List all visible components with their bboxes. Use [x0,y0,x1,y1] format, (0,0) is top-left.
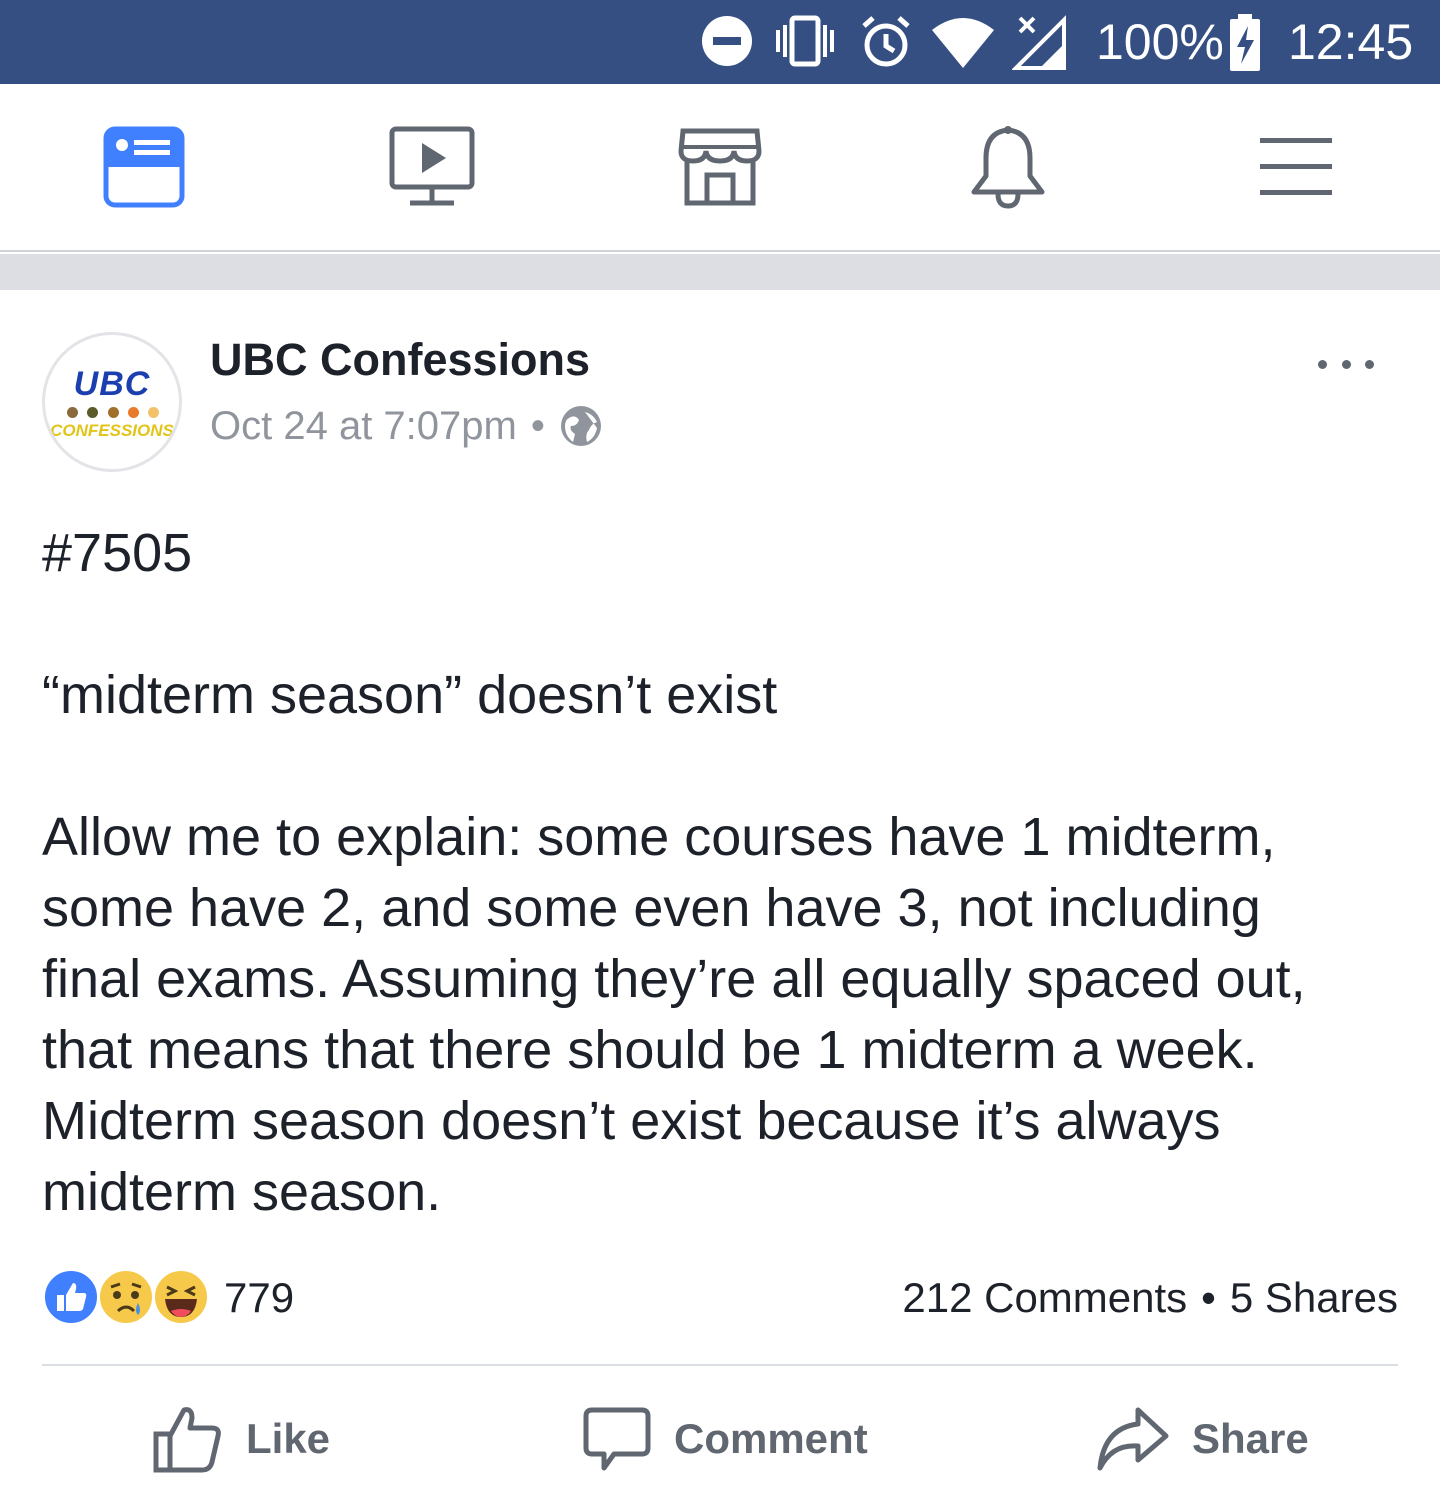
post-number: #7505 [42,523,193,583]
post-timestamp[interactable]: Oct 24 at 7:07pm [210,398,517,454]
status-bar: 100% 12:45 [0,0,1440,84]
engagement-separator: • [1201,1274,1216,1321]
post-body: #7505 “midterm season” doesn’t exist All… [42,518,1398,1228]
avatar-logo-top: UBC [73,365,151,403]
no-signal-icon [1011,14,1068,75]
do-not-disturb-icon [700,14,754,73]
share-arrow-icon [1096,1404,1170,1474]
share-button[interactable]: Share [1096,1394,1309,1484]
haha-reaction-icon [152,1268,210,1326]
reaction-count[interactable]: 779 [224,1270,294,1326]
avatar[interactable]: UBC CONFESSIONS [42,332,182,472]
page-name[interactable]: UBC Confessions [210,332,590,388]
divider [42,1364,1398,1366]
marketplace-icon [677,125,763,214]
comment-label: Comment [674,1415,868,1462]
reactions-summary: 779 212 Comments • 5 Shares [42,1266,1398,1332]
tab-menu[interactable] [1241,114,1351,224]
comment-button[interactable]: Comment [582,1394,868,1484]
comment-bubble-icon [582,1404,652,1474]
avatar-logo-bottom: CONFESSIONS [50,421,174,440]
shares-count[interactable]: 5 Shares [1230,1270,1398,1326]
notifications-bell-icon [968,124,1048,215]
engagement-counts: 212 Comments • 5 Shares [902,1270,1398,1326]
post-options-button[interactable] [1306,342,1386,386]
more-dot-icon [1365,359,1374,369]
post-text-line: some have 2, and some even have 3, not i… [42,878,1261,938]
more-dot-icon [1318,359,1327,369]
tab-marketplace[interactable] [665,114,775,224]
post-meta: Oct 24 at 7:07pm • [210,398,603,454]
post-text-line: final exams. Assuming they’re all equall… [42,949,1306,1009]
battery-charging-icon [1228,14,1262,77]
share-label: Share [1192,1415,1309,1462]
thumbs-up-icon [152,1404,224,1474]
vibrate-icon [772,14,838,73]
like-button[interactable]: Like [152,1394,330,1484]
post-text-line: that means that there should be 1 midter… [42,1020,1258,1080]
like-label: Like [246,1415,331,1462]
sad-reaction-icon [97,1268,155,1326]
feed-separator [0,254,1440,290]
clock: 12:45 [1288,14,1414,70]
more-dot-icon [1341,359,1351,369]
tab-notifications[interactable] [953,114,1063,224]
post-text-line: Midterm season doesn’t exist because it’… [42,1091,1221,1151]
feed-post: UBC CONFESSIONS UBC Confessions Oct 24 a… [0,290,1440,1507]
like-reaction-icon [42,1268,100,1326]
menu-icon [1258,134,1334,205]
tab-news-feed[interactable] [89,114,199,224]
battery-percent: 100% [1096,14,1224,70]
globe-icon [559,404,603,448]
reaction-icons[interactable] [42,1268,214,1328]
tab-watch[interactable] [377,114,487,224]
news-feed-icon [102,125,186,214]
post-text-line: midterm season. [42,1162,442,1222]
alarm-icon [858,14,914,75]
avatar-logo-emojis [67,405,159,419]
watch-video-icon [388,125,476,214]
wifi-icon [930,14,996,75]
post-text-line: Allow me to explain: some courses have 1… [42,807,1276,867]
comments-count[interactable]: 212 Comments [902,1270,1187,1326]
post-headline: “midterm season” doesn’t exist [42,665,778,725]
top-navigation-bar [0,84,1440,252]
meta-separator: • [530,404,545,448]
